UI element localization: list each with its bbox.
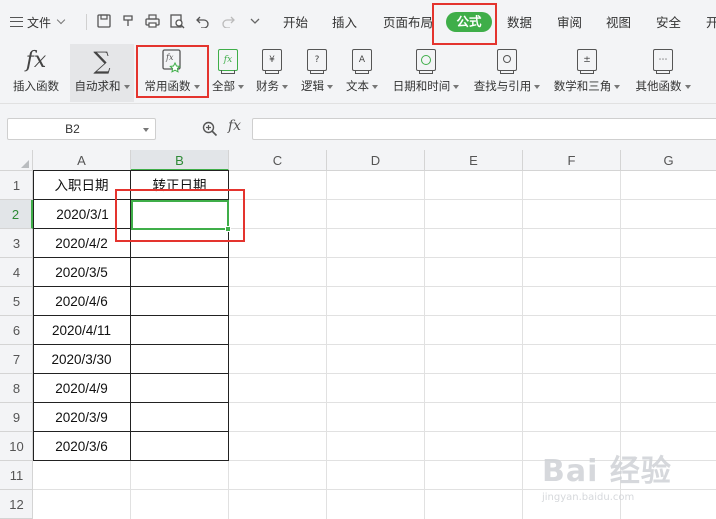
gridline bbox=[522, 171, 523, 519]
text-book-icon: A bbox=[350, 48, 374, 74]
hamburger-icon bbox=[10, 17, 23, 27]
row-header-9[interactable]: 9 bbox=[0, 403, 33, 432]
annotation-box-cell-b2 bbox=[115, 189, 245, 242]
watermark-url: jingyan.baidu.com bbox=[542, 492, 635, 503]
logical-button[interactable]: ? 逻辑 bbox=[297, 46, 337, 100]
row-header-8[interactable]: 8 bbox=[0, 374, 33, 403]
column-header-d[interactable]: D bbox=[327, 150, 425, 171]
tab-home[interactable]: 开始 bbox=[283, 14, 308, 32]
formula-bar: B2 fx bbox=[0, 104, 716, 150]
financial-label: 财务 bbox=[252, 78, 292, 94]
formula-input[interactable] bbox=[252, 118, 716, 140]
clock-book-icon bbox=[414, 48, 438, 74]
customize-quick-access-icon[interactable] bbox=[246, 12, 264, 30]
math-book-icon: ± bbox=[575, 48, 599, 74]
insert-function-button[interactable]: fx 插入函数 bbox=[8, 46, 64, 100]
annotation-box-common-functions bbox=[136, 45, 209, 98]
redo-icon[interactable] bbox=[219, 12, 237, 30]
menu-bar: 文件 开始 插入 页面布局 公式 数据 审阅 视图 安全 开 bbox=[0, 0, 716, 44]
column-header-c[interactable]: C bbox=[229, 150, 327, 171]
file-menu-label: 文件 bbox=[27, 15, 52, 30]
column-header-a[interactable]: A bbox=[33, 150, 131, 171]
math-trig-label: 数学和三角 bbox=[550, 78, 624, 94]
all-functions-icon: fx bbox=[216, 48, 240, 74]
format-painter-icon[interactable] bbox=[119, 12, 137, 30]
save-icon[interactable] bbox=[95, 12, 113, 30]
row-header-7[interactable]: 7 bbox=[0, 345, 33, 374]
chevron-down-icon[interactable] bbox=[143, 128, 149, 132]
search-book-icon bbox=[495, 48, 519, 74]
tab-developer[interactable]: 开 bbox=[706, 14, 716, 32]
column-header-g[interactable]: G bbox=[621, 150, 716, 171]
zoom-icon[interactable] bbox=[202, 121, 218, 137]
cell-a9[interactable]: 2020/3/9 bbox=[33, 403, 130, 432]
auto-sum-button[interactable]: ∑ 自动求和 bbox=[70, 46, 134, 100]
undo-icon[interactable] bbox=[194, 12, 212, 30]
column-headers: A B C D E F G bbox=[0, 150, 716, 171]
column-header-e[interactable]: E bbox=[425, 150, 523, 171]
row-header-11[interactable]: 11 bbox=[0, 461, 33, 490]
print-preview-icon[interactable] bbox=[168, 12, 186, 30]
file-menu[interactable]: 文件 bbox=[10, 12, 66, 32]
text-button[interactable]: A 文本 bbox=[342, 46, 382, 100]
other-functions-label: 其他函数 bbox=[630, 78, 696, 94]
row-header-10[interactable]: 10 bbox=[0, 432, 33, 461]
lookup-reference-button[interactable]: 查找与引用 bbox=[470, 46, 544, 100]
gridline bbox=[326, 171, 327, 519]
other-functions-button[interactable]: ⋯ 其他函数 bbox=[630, 46, 696, 100]
all-functions-label: 全部 bbox=[208, 78, 248, 94]
math-trig-button[interactable]: ± 数学和三角 bbox=[550, 46, 624, 100]
divider bbox=[86, 14, 87, 30]
row-header-12[interactable]: 12 bbox=[0, 490, 33, 519]
tab-view[interactable]: 视图 bbox=[606, 14, 631, 32]
lookup-reference-label: 查找与引用 bbox=[470, 78, 544, 94]
fx-icon: fx bbox=[25, 48, 47, 73]
select-all-button[interactable] bbox=[0, 150, 33, 171]
annotation-box-formulas-tab bbox=[432, 3, 497, 45]
yen-book-icon: ¥ bbox=[260, 48, 284, 74]
cell-a6[interactable]: 2020/4/11 bbox=[33, 316, 130, 345]
row-headers: 1 2 3 4 5 6 7 8 9 10 11 12 bbox=[0, 171, 33, 519]
column-header-f[interactable]: F bbox=[523, 150, 621, 171]
watermark-logo: Bai 经验 bbox=[542, 454, 672, 489]
row-header-6[interactable]: 6 bbox=[0, 316, 33, 345]
insert-function-label: 插入函数 bbox=[13, 81, 59, 93]
fx-icon[interactable]: fx bbox=[228, 118, 241, 134]
name-box-value: B2 bbox=[65, 122, 80, 136]
sigma-icon: ∑ bbox=[93, 47, 111, 75]
financial-button[interactable]: ¥ 财务 bbox=[252, 46, 292, 100]
print-icon[interactable] bbox=[143, 12, 161, 30]
name-box[interactable]: B2 bbox=[7, 118, 156, 140]
cell-a10[interactable]: 2020/3/6 bbox=[33, 432, 130, 461]
all-functions-button[interactable]: fx 全部 bbox=[208, 46, 248, 100]
text-label: 文本 bbox=[342, 78, 382, 94]
tab-insert[interactable]: 插入 bbox=[332, 14, 357, 32]
column-header-b[interactable]: B bbox=[131, 150, 229, 171]
date-time-label: 日期和时间 bbox=[389, 78, 463, 94]
cell-a5[interactable]: 2020/4/6 bbox=[33, 287, 130, 316]
row-header-2[interactable]: 2 bbox=[0, 200, 33, 229]
logical-label: 逻辑 bbox=[297, 78, 337, 94]
watermark: Bai 经验 jingyan.baidu.com bbox=[542, 446, 702, 506]
chevron-down-icon bbox=[56, 15, 66, 25]
tab-security[interactable]: 安全 bbox=[656, 14, 681, 32]
tab-data[interactable]: 数据 bbox=[507, 14, 532, 32]
cell-a8[interactable]: 2020/4/9 bbox=[33, 374, 130, 403]
more-book-icon: ⋯ bbox=[651, 48, 675, 74]
row-header-4[interactable]: 4 bbox=[0, 258, 33, 287]
gridline bbox=[424, 171, 425, 519]
tab-page-layout[interactable]: 页面布局 bbox=[383, 14, 433, 32]
auto-sum-label: 自动求和 bbox=[70, 78, 134, 94]
row-header-1[interactable]: 1 bbox=[0, 171, 33, 200]
ribbon: fx 插入函数 ∑ 自动求和 fx 常用函数 fx 全部 ¥ 财务 ? 逻辑 A… bbox=[0, 44, 716, 104]
cell-a4[interactable]: 2020/3/5 bbox=[33, 258, 130, 287]
row-header-5[interactable]: 5 bbox=[0, 287, 33, 316]
tab-review[interactable]: 审阅 bbox=[557, 14, 582, 32]
date-time-button[interactable]: 日期和时间 bbox=[389, 46, 463, 100]
cell-a7[interactable]: 2020/3/30 bbox=[33, 345, 130, 374]
row-header-3[interactable]: 3 bbox=[0, 229, 33, 258]
question-book-icon: ? bbox=[305, 48, 329, 74]
